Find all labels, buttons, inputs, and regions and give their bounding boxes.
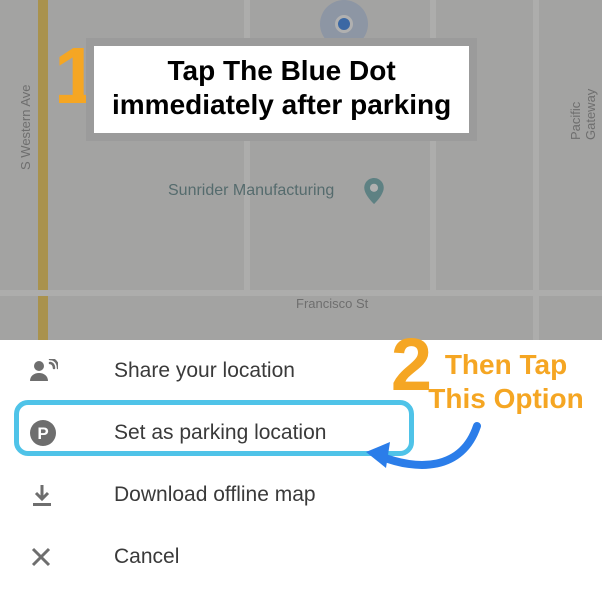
sheet-item-download-label: Download offline map [114, 483, 316, 507]
step-2-number: 2 [391, 328, 428, 402]
sheet-item-cancel-label: Cancel [114, 545, 179, 569]
instruction-step2-line2: This Option [426, 382, 586, 416]
sheet-item-share-label: Share your location [114, 359, 295, 383]
instruction-step2-line1: Then Tap [426, 348, 586, 382]
close-icon [30, 546, 76, 568]
share-location-icon [30, 359, 76, 383]
sheet-item-download[interactable]: Download offline map [0, 464, 602, 526]
download-icon [30, 483, 76, 507]
svg-text:P: P [37, 424, 48, 443]
sheet-item-parking-label: Set as parking location [114, 421, 326, 445]
step-1-number: 1 [54, 36, 95, 116]
instruction-line1: Tap The Blue Dot [112, 54, 451, 88]
sheet-item-cancel[interactable]: Cancel [0, 526, 602, 588]
instruction-step2: Then Tap This Option [426, 348, 586, 415]
instruction-line2: immediately after parking [112, 88, 451, 122]
instruction-step1: Tap The Blue Dot immediately after parki… [94, 46, 469, 133]
parking-icon: P [30, 420, 76, 446]
